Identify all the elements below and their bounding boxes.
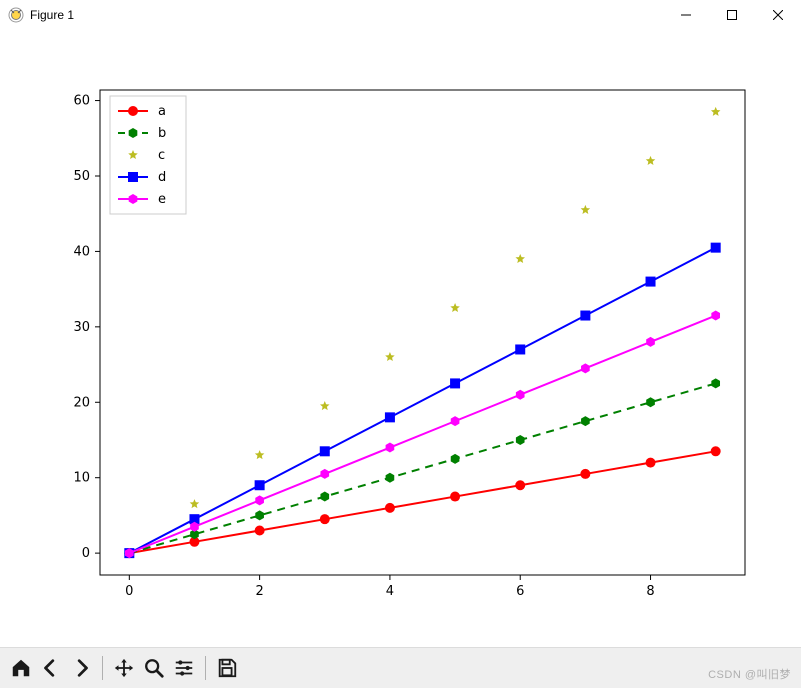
x-tick-label: 8: [646, 584, 654, 599]
x-tick-label: 4: [386, 584, 394, 599]
series-b: [129, 383, 715, 553]
legend-label: b: [158, 126, 166, 141]
mpl-toolbar: [0, 647, 801, 688]
maximize-button[interactable]: [709, 0, 755, 30]
window-controls: [663, 0, 801, 30]
minimize-button[interactable]: [663, 0, 709, 30]
x-tick-label: 6: [516, 584, 524, 599]
legend-label: e: [158, 192, 166, 207]
series-d: [129, 248, 715, 553]
y-tick-label: 60: [73, 94, 90, 109]
pan-button[interactable]: [109, 653, 139, 683]
app-icon: [8, 7, 24, 23]
series-a: [129, 451, 715, 553]
legend: [110, 96, 186, 214]
y-tick-label: 40: [73, 244, 90, 259]
toolbar-separator: [102, 656, 103, 680]
window-titlebar: Figure 1: [0, 0, 801, 30]
save-button[interactable]: [212, 653, 242, 683]
forward-button[interactable]: [66, 653, 96, 683]
zoom-button[interactable]: [139, 653, 169, 683]
configure-subplots-button[interactable]: [169, 653, 199, 683]
y-tick-label: 10: [73, 471, 90, 486]
y-tick-label: 50: [73, 169, 90, 184]
window-title: Figure 1: [30, 8, 74, 22]
x-tick-label: 2: [255, 584, 263, 599]
back-button[interactable]: [36, 653, 66, 683]
y-tick-label: 20: [73, 395, 90, 410]
figure-canvas[interactable]: 0 2 4 6 8 0 10 20 30 40 50 60 abcde: [0, 30, 801, 648]
x-tick-label: 0: [125, 584, 133, 599]
home-button[interactable]: [6, 653, 36, 683]
y-tick-label: 30: [73, 320, 90, 335]
legend-label: d: [158, 170, 166, 185]
y-tick-label: 0: [82, 546, 90, 561]
series-e: [129, 316, 715, 554]
close-button[interactable]: [755, 0, 801, 30]
legend-label: a: [158, 104, 166, 119]
toolbar-separator: [205, 656, 206, 680]
legend-label: c: [158, 148, 165, 163]
